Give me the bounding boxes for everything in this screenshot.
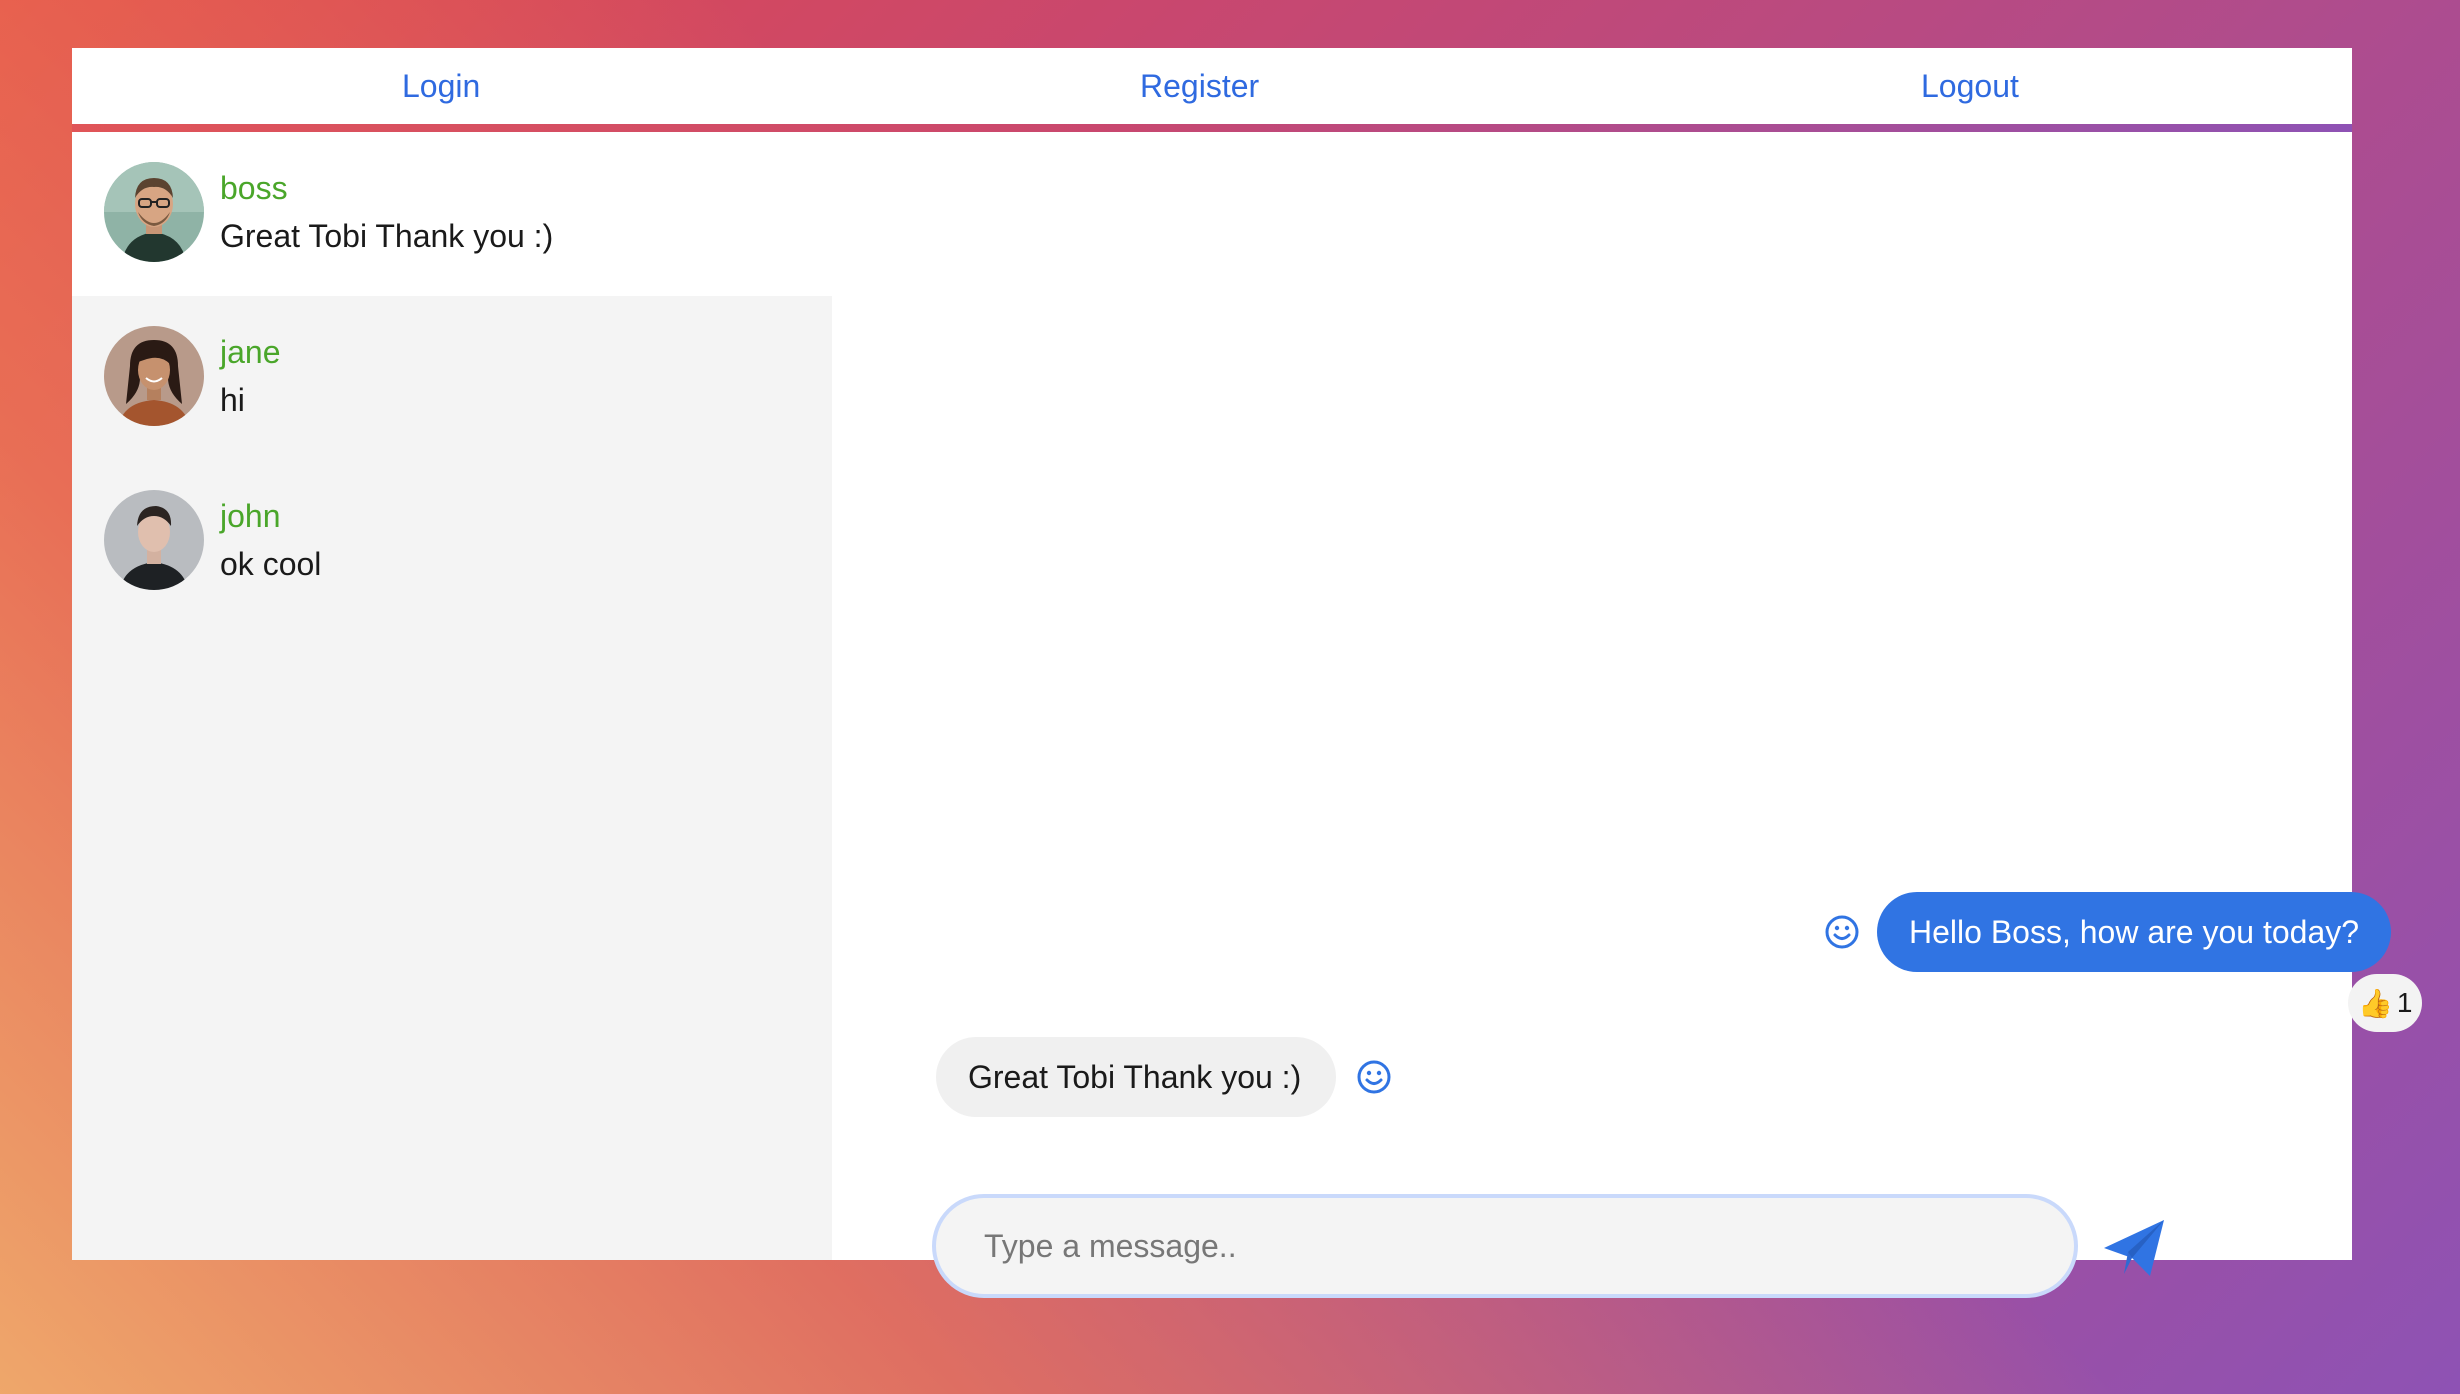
nav-login-link[interactable]: Login xyxy=(402,48,480,124)
reaction-badge[interactable]: 👍 1 xyxy=(2348,974,2423,1032)
conversation-list: boss Great Tobi Thank you :) jane hi joh… xyxy=(72,132,832,1260)
conversation-name: jane xyxy=(220,334,281,370)
reaction-count: 1 xyxy=(2396,987,2413,1018)
conversation-name: boss xyxy=(220,170,288,206)
message-composer xyxy=(932,1194,2078,1298)
avatar xyxy=(104,326,204,426)
paper-plane-icon[interactable] xyxy=(2098,1212,2170,1284)
top-nav: Login Register Logout xyxy=(72,48,2352,124)
message-bubble-outgoing: Hello Boss, how are you today? xyxy=(1877,892,2391,972)
chat-panel: Hello Boss, how are you today? 👍 1 Great… xyxy=(832,132,2423,1298)
avatar xyxy=(104,490,204,590)
conversation-item-boss[interactable]: boss Great Tobi Thank you :) xyxy=(72,132,832,296)
conversation-item-john[interactable]: john ok cool xyxy=(72,460,832,624)
avatar xyxy=(104,162,204,262)
nav-divider xyxy=(72,124,2352,132)
nav-logout-link[interactable]: Logout xyxy=(1921,48,2019,124)
chat-app: Login Register Logout boss Great Tobi Th… xyxy=(72,48,2423,1298)
smiley-icon[interactable] xyxy=(1824,914,1860,950)
conversation-preview: Great Tobi Thank you :) xyxy=(220,218,554,254)
conversation-preview: ok cool xyxy=(220,546,322,582)
conversation-item-jane[interactable]: jane hi xyxy=(72,296,832,460)
conversation-preview: hi xyxy=(220,382,245,418)
message-bubble-incoming: Great Tobi Thank you :) xyxy=(936,1037,1336,1117)
thumbs-up-icon: 👍 xyxy=(2358,987,2393,1019)
nav-register-link[interactable]: Register xyxy=(1140,48,1259,124)
smiley-icon[interactable] xyxy=(1356,1059,1392,1095)
conversation-name: john xyxy=(220,498,281,534)
message-input[interactable] xyxy=(984,1198,2024,1294)
